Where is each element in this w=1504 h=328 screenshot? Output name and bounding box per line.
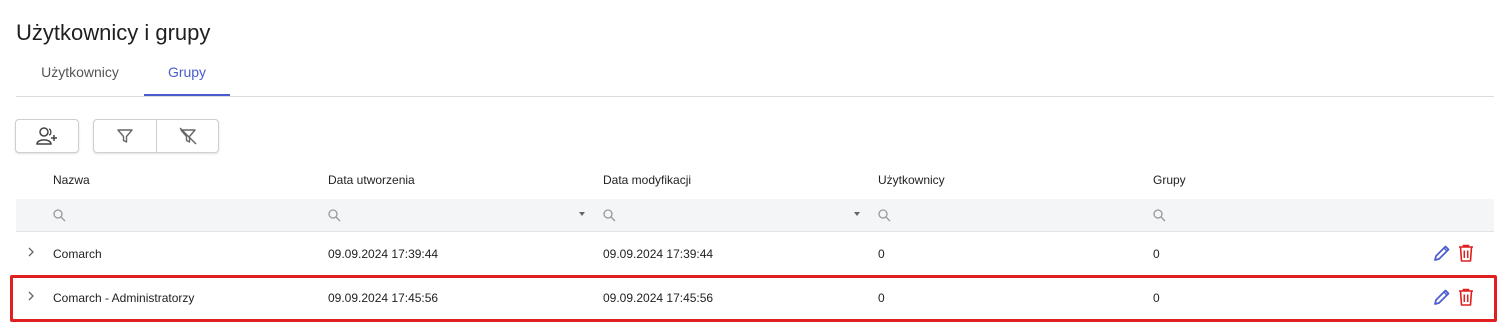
column-header-users[interactable]: Użytkownicy	[878, 173, 945, 187]
cell-name: Comarch - Administratorzy	[53, 291, 195, 305]
filter-modified-input[interactable]	[596, 199, 866, 231]
chevron-right-icon[interactable]	[26, 289, 36, 303]
cell-users: 0	[878, 247, 885, 261]
filter-icon	[117, 129, 133, 143]
cell-users: 0	[878, 291, 885, 305]
cell-modified: 09.09.2024 17:45:56	[603, 291, 714, 305]
column-header-groups[interactable]: Grupy	[1153, 173, 1186, 187]
edit-pencil-icon[interactable]	[1432, 287, 1452, 307]
chevron-right-icon[interactable]	[26, 245, 36, 259]
search-icon	[328, 209, 341, 222]
tab-groups[interactable]: Grupy	[144, 56, 230, 96]
search-icon	[603, 209, 616, 222]
filter-name-input[interactable]	[46, 199, 286, 231]
column-header-modified[interactable]: Data modyfikacji	[603, 173, 691, 187]
search-icon	[53, 209, 66, 222]
add-user-icon	[36, 127, 57, 145]
tab-bar: Użytkownicy Grupy	[16, 56, 1494, 97]
chevron-down-icon[interactable]	[579, 212, 585, 216]
cell-created: 09.09.2024 17:45:56	[328, 291, 439, 305]
column-header-name[interactable]: Nazwa	[53, 173, 90, 187]
cell-created: 09.09.2024 17:39:44	[328, 247, 439, 261]
table-row[interactable]: Comarch 09.09.2024 17:39:44 09.09.2024 1…	[16, 232, 1494, 277]
cell-modified: 09.09.2024 17:39:44	[603, 247, 714, 261]
search-icon	[878, 209, 891, 222]
search-icon	[1153, 209, 1166, 222]
cell-name: Comarch	[53, 247, 102, 261]
filter-row	[16, 199, 1494, 232]
filter-created-input[interactable]	[321, 199, 591, 231]
filter-groups-input[interactable]	[1146, 199, 1406, 231]
edit-pencil-icon[interactable]	[1432, 243, 1452, 263]
clear-filter-button[interactable]	[156, 120, 219, 152]
tab-users[interactable]: Użytkownicy	[16, 56, 144, 94]
add-group-button[interactable]	[15, 119, 79, 153]
table-row[interactable]: Comarch - Administratorzy 09.09.2024 17:…	[16, 276, 1494, 320]
filter-users-input[interactable]	[871, 199, 1131, 231]
filter-button[interactable]	[94, 120, 156, 152]
cell-groups: 0	[1153, 291, 1160, 305]
page-title: Użytkownicy i grupy	[16, 20, 211, 45]
delete-trash-icon[interactable]	[1456, 243, 1476, 263]
delete-trash-icon[interactable]	[1456, 287, 1476, 307]
filter-clear-icon	[179, 127, 197, 145]
column-header-created[interactable]: Data utworzenia	[328, 173, 415, 187]
filter-button-group	[93, 119, 219, 153]
chevron-down-icon[interactable]	[854, 212, 860, 216]
cell-groups: 0	[1153, 247, 1160, 261]
